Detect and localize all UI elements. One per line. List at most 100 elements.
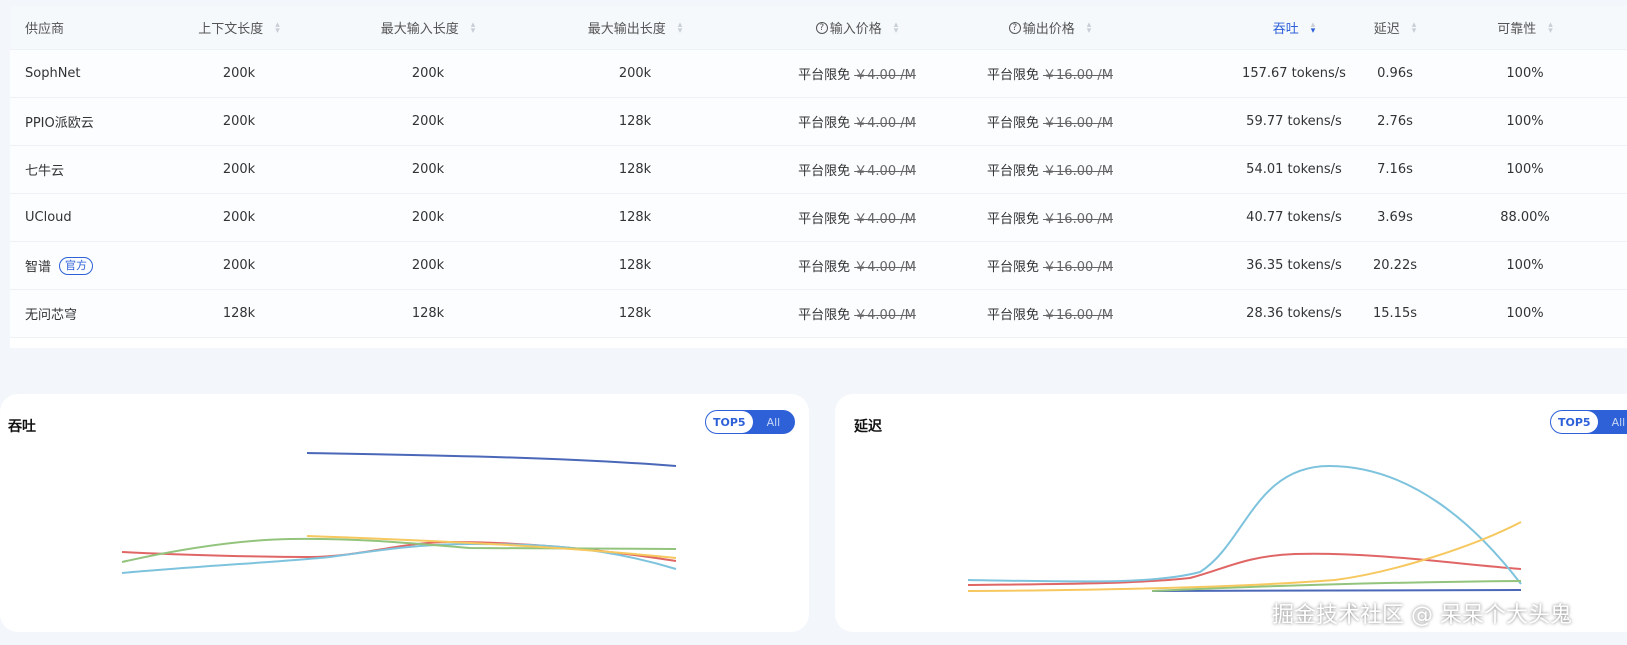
table-row[interactable]: UCloud 200k 200k 128k 平台限免 ￥4.00 /M 平台限免 ￥16.00… xyxy=(10,194,1627,242)
table-row[interactable]: PPIO派欧云 200k 200k 128k 平台限免 ￥4.00 /M 平台限免 ￥16.0… xyxy=(10,98,1627,146)
provider-cell: SophNet xyxy=(10,50,170,97)
max-in-value: 128k xyxy=(411,306,445,321)
provider-cell: 七牛云 xyxy=(10,146,170,193)
output-price-header[interactable]: ? 输出价格 ▴ ▾ xyxy=(912,6,1188,49)
free-label: 平台限免 xyxy=(987,116,1040,131)
reliability-cell: 100% xyxy=(1455,242,1595,289)
table-row[interactable]: 无问芯穹 128k 128k 128k 平台限免 ￥4.00 /M 平台限免 ￥16.00 /… xyxy=(10,290,1627,338)
table-header-row: 供应商 上下文长度 ▴ ▾ 最大输入长度 ▴ ▾ 最大输出长度 ▴ ▾? 输入价格 ▴ ▾? 输出价格 ▴ ▾… xyxy=(10,6,1627,50)
sort-icon[interactable]: ▴ ▾ xyxy=(1087,20,1092,35)
latency-cell: 20.22s xyxy=(1335,242,1455,289)
table-row[interactable]: 七牛云 200k 200k 128k 平台限免 ￥4.00 /M 平台限免 ￥16.00 /M… xyxy=(10,146,1627,194)
free-label: 平台限免 xyxy=(798,212,851,227)
output-price-cell: 平台限免 ￥16.00 /M xyxy=(912,194,1188,241)
provider-value: UCloud xyxy=(25,210,72,225)
max-in-value: 200k xyxy=(411,162,445,177)
sort-icon[interactable]: ▴ ▾ xyxy=(1412,20,1417,35)
series-line-sophnet xyxy=(1151,589,1522,592)
free-label: 平台限免 xyxy=(798,164,851,179)
reliability-value: 100% xyxy=(1506,162,1544,177)
header-label: 输入价格 xyxy=(829,22,882,37)
original-price: ￥4.00 /M xyxy=(854,68,916,83)
max-out-cell: 200k xyxy=(548,50,722,97)
free-label: 平台限免 xyxy=(798,68,851,83)
max-out-value: 128k xyxy=(618,306,652,321)
help-icon[interactable]: ? xyxy=(1008,21,1021,34)
table-row[interactable]: 智谱 官方 200k 200k 128k 平台限免 ￥4.00 /M 平台限免 ￥16.00 /… xyxy=(10,242,1627,290)
provider-cell: 无问芯穹 xyxy=(10,290,170,337)
reliability-cell: 100% xyxy=(1455,98,1595,145)
provider-cell: PPIO派欧云 xyxy=(10,98,170,145)
max-in-value: 200k xyxy=(411,114,445,129)
free-label: 平台限免 xyxy=(987,212,1040,227)
max-input-header[interactable]: 最大输入长度 ▴ ▾ xyxy=(308,6,548,49)
max-out-value: 128k xyxy=(618,258,652,273)
reliability-cell: 100% xyxy=(1455,290,1595,337)
official-badge: 官方 xyxy=(59,256,94,275)
latency-cell: 7.16s xyxy=(1335,146,1455,193)
max-output-header[interactable]: 最大输出长度 ▴ ▾ xyxy=(548,6,722,49)
context-cell: 200k xyxy=(170,98,308,145)
context-length-header[interactable]: 上下文长度 ▴ ▾ xyxy=(170,6,308,49)
sort-icon[interactable]: ▴ ▾ xyxy=(894,20,899,35)
watermark: 掘金技术社区 @ 呆呆个大头鬼 xyxy=(1272,603,1572,628)
max-in-cell: 200k xyxy=(308,146,548,193)
context-value: 200k xyxy=(222,210,256,225)
throughput-value: 40.77 tokens/s xyxy=(1246,210,1342,225)
throughput-value: 36.35 tokens/s xyxy=(1246,258,1342,273)
provider-header: 供应商 xyxy=(10,6,170,49)
header-label: 上下文长度 xyxy=(198,22,264,37)
original-price: ￥16.00 /M xyxy=(1043,116,1113,131)
max-out-cell: 128k xyxy=(548,242,722,289)
sort-icon[interactable]: ▴ ▾ xyxy=(471,20,476,35)
series-line-qiniu xyxy=(967,464,1522,585)
sort-icon[interactable]: ▴ ▾ xyxy=(1548,20,1553,35)
free-label: 平台限免 xyxy=(798,308,851,323)
latency-cell: 15.15s xyxy=(1335,290,1455,337)
original-price: ￥4.00 /M xyxy=(854,260,916,275)
throughput-value: 59.77 tokens/s xyxy=(1246,114,1342,129)
max-in-cell: 128k xyxy=(308,290,548,337)
max-in-value: 200k xyxy=(411,66,445,81)
help-icon[interactable]: ? xyxy=(815,21,828,34)
original-price: ￥4.00 /M xyxy=(854,308,916,323)
provider-value: PPIO派欧云 xyxy=(25,116,94,131)
max-out-cell: 128k xyxy=(548,98,722,145)
original-price: ￥16.00 /M xyxy=(1043,164,1113,179)
throughput-value: 54.01 tokens/s xyxy=(1246,162,1342,177)
header-label: 供应商 xyxy=(25,22,65,37)
reliability-header[interactable]: 可靠性 ▴ ▾ xyxy=(1455,6,1595,49)
sort-icon[interactable]: ▴ ▾ xyxy=(1311,20,1316,35)
output-price-cell: 平台限免 ￥16.00 /M xyxy=(912,242,1188,289)
original-price: ￥16.00 /M xyxy=(1043,212,1113,227)
free-label: 平台限免 xyxy=(987,164,1040,179)
original-price: ￥16.00 /M xyxy=(1043,68,1113,83)
output-price-cell: 平台限免 ￥16.00 /M xyxy=(912,146,1188,193)
original-price: ￥4.00 /M xyxy=(854,212,916,227)
sort-icon[interactable]: ▴ ▾ xyxy=(678,20,683,35)
free-label: 平台限免 xyxy=(987,68,1040,83)
max-in-cell: 200k xyxy=(308,242,548,289)
max-out-value: 128k xyxy=(618,210,652,225)
reliability-cell: 100% xyxy=(1455,50,1595,97)
header-label: 输出价格 xyxy=(1022,22,1075,37)
free-label: 平台限免 xyxy=(987,308,1040,323)
max-out-value: 200k xyxy=(618,66,652,81)
max-out-cell: 128k xyxy=(548,194,722,241)
latency-value: 2.76s xyxy=(1377,114,1413,129)
table-row[interactable]: SophNet 200k 200k 200k 平台限免 ￥4.00 /M 平台限免 ￥16.0… xyxy=(10,50,1627,98)
output-price-cell: 平台限免 ￥16.00 /M xyxy=(912,98,1188,145)
latency-value: 3.69s xyxy=(1377,210,1413,225)
original-price: ￥16.00 /M xyxy=(1043,260,1113,275)
original-price: ￥16.00 /M xyxy=(1043,308,1113,323)
max-in-value: 200k xyxy=(411,210,445,225)
output-price-cell: 平台限免 ￥16.00 /M xyxy=(912,290,1188,337)
max-out-value: 128k xyxy=(618,114,652,129)
series-line-sophnet xyxy=(306,452,677,467)
reliability-cell: 88.00% xyxy=(1455,194,1595,241)
latency-header[interactable]: 延迟 ▴ ▾ xyxy=(1335,6,1455,49)
sort-icon[interactable]: ▴ ▾ xyxy=(275,20,280,35)
throughput-value: 28.36 tokens/s xyxy=(1246,306,1342,321)
context-value: 200k xyxy=(222,114,256,129)
latency-value: 7.16s xyxy=(1377,162,1413,177)
